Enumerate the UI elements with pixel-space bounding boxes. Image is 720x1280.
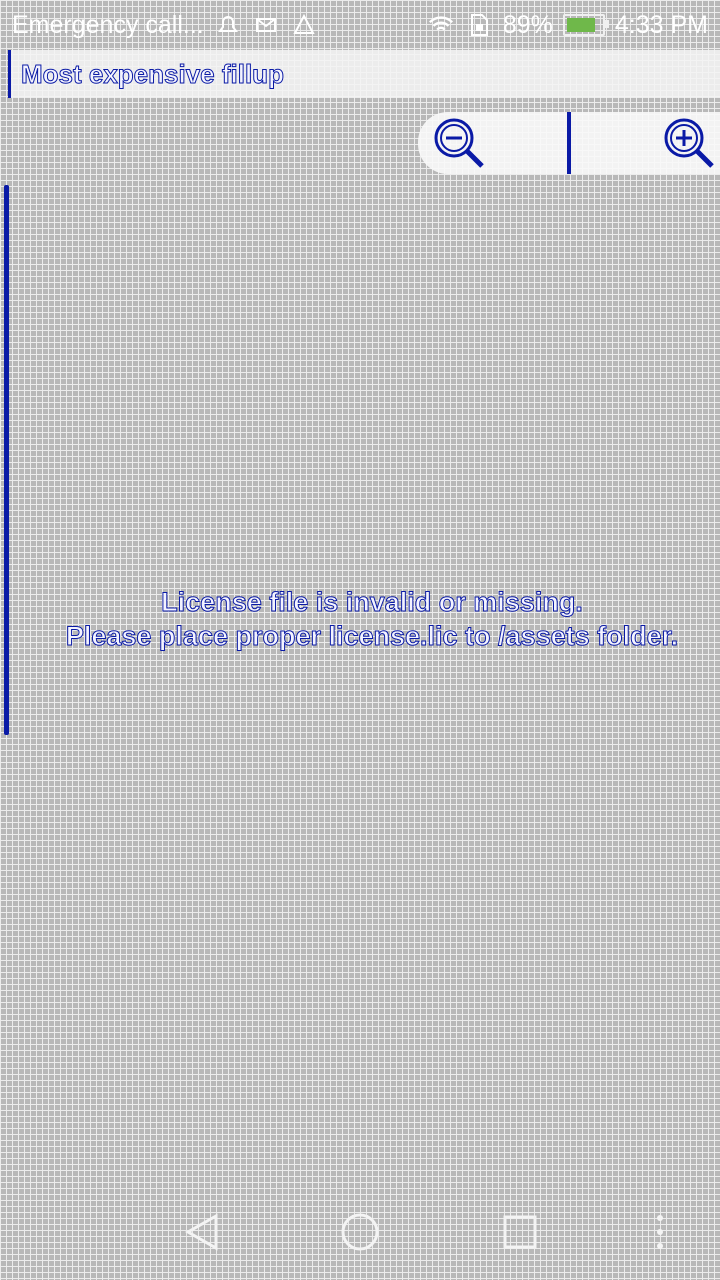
status-time: 4:33 PM [614, 10, 708, 39]
warning-icon [290, 11, 318, 39]
notification-icon [214, 11, 242, 39]
license-message-line1: License file is invalid or missing. [161, 587, 584, 618]
battery-level [566, 18, 595, 32]
status-left: Emergency call... [12, 11, 318, 40]
page-title: Most expensive fillup [21, 58, 285, 89]
battery-percent: 89% [502, 10, 553, 39]
wifi-icon [427, 11, 455, 39]
title-bar: Most expensive fillup [8, 50, 720, 98]
home-icon [338, 1210, 382, 1259]
zoom-toolbar [418, 112, 720, 174]
home-button[interactable] [330, 1204, 390, 1264]
more-icon [650, 1210, 670, 1259]
back-icon [180, 1210, 224, 1259]
zoom-out-button[interactable] [418, 112, 568, 175]
battery-icon [562, 14, 609, 36]
navigation-bar [0, 1180, 720, 1280]
zoom-in-button[interactable] [571, 112, 720, 174]
mail-icon [252, 11, 280, 39]
recents-icon [498, 1210, 542, 1259]
sim-icon [465, 11, 493, 39]
status-bar: Emergency call... 89% 4:33 PM [0, 0, 720, 50]
back-button[interactable] [172, 1204, 232, 1264]
zoom-in-icon [660, 112, 716, 175]
more-button[interactable] [630, 1204, 690, 1264]
license-message-line2: Please place proper license.lic to /asse… [65, 621, 679, 652]
status-right: 89% 4:33 PM [427, 11, 708, 40]
zoom-out-icon [424, 112, 494, 175]
license-message: License file is invalid or missing. Plea… [0, 585, 720, 653]
carrier-text: Emergency call... [12, 10, 204, 39]
recents-button[interactable] [490, 1204, 550, 1264]
